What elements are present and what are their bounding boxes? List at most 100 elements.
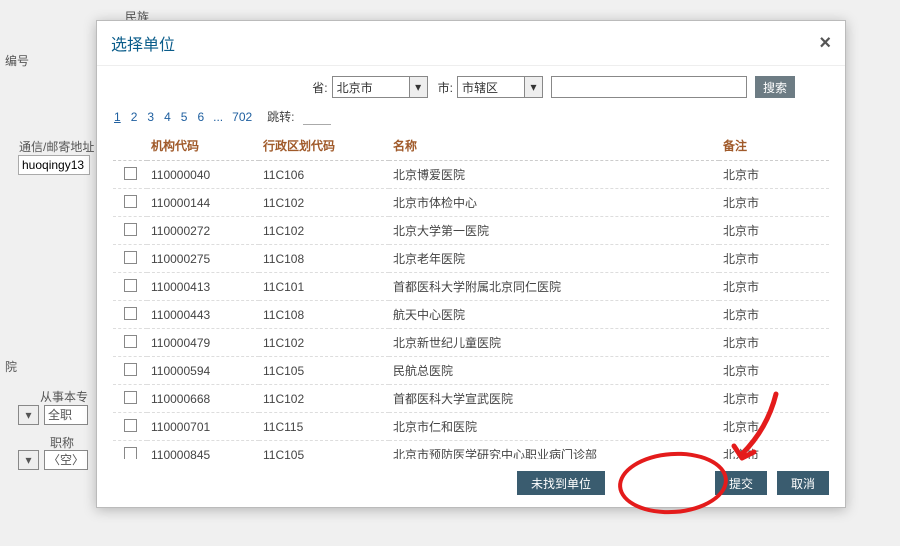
cancel-button[interactable]: 取消 — [777, 471, 829, 495]
col-admin: 行政区划代码 — [259, 131, 389, 161]
table-row[interactable]: 11000070111C115北京市仁和医院北京市 — [113, 413, 829, 441]
row-remark: 北京市 — [719, 189, 829, 217]
page-link[interactable]: 5 — [181, 110, 188, 124]
search-input[interactable] — [551, 76, 747, 98]
row-code: 110000040 — [147, 161, 259, 189]
page-link-last[interactable]: 702 — [232, 110, 252, 124]
chevron-down-icon: ▾ — [409, 77, 427, 97]
close-icon[interactable]: × — [819, 32, 831, 55]
row-name: 北京市仁和医院 — [389, 413, 719, 441]
row-code: 110000701 — [147, 413, 259, 441]
row-name: 北京大学第一医院 — [389, 217, 719, 245]
page-link[interactable]: 3 — [147, 110, 154, 124]
row-admin: 11C102 — [259, 329, 389, 357]
bg-address-input[interactable] — [18, 155, 90, 175]
row-name: 北京新世纪儿童医院 — [389, 329, 719, 357]
row-checkbox[interactable] — [113, 329, 147, 357]
col-remark: 备注 — [719, 131, 829, 161]
bg-select-2[interactable]: 〈空〉 — [44, 450, 88, 470]
table-row[interactable]: 11000041311C101首都医科大学附属北京同仁医院北京市 — [113, 273, 829, 301]
city-value: 市辖区 — [462, 79, 498, 96]
province-label: 省: — [312, 79, 327, 96]
row-remark: 北京市 — [719, 329, 829, 357]
table-row[interactable]: 11000027211C102北京大学第一医院北京市 — [113, 217, 829, 245]
row-admin: 11C106 — [259, 161, 389, 189]
select-unit-modal: 选择单位 × 省: 北京市 ▾ 市: 市辖区 ▾ 搜索 1 2 3 4 5 6 … — [96, 20, 846, 508]
bg-number-label: 编号 — [5, 52, 29, 69]
page-link[interactable]: 2 — [131, 110, 138, 124]
row-checkbox[interactable] — [113, 441, 147, 460]
row-name: 航天中心医院 — [389, 301, 719, 329]
bg-dropdown-arrow-2[interactable]: ▾ — [18, 450, 39, 470]
table-row[interactable]: 11000084511C105北京市预防医学研究中心职业病门诊部北京市 — [113, 441, 829, 460]
row-admin: 11C102 — [259, 189, 389, 217]
row-admin: 11C115 — [259, 413, 389, 441]
bg-zhi-label: 职称 — [50, 434, 74, 451]
background-form: 民族 编号 通信/邮寄地址 院 从事本专 职称 ▾ 全职 ▾ 〈空〉 — [0, 0, 900, 10]
table-row[interactable]: 11000014411C102北京市体检中心北京市 — [113, 189, 829, 217]
modal-filters: 省: 北京市 ▾ 市: 市辖区 ▾ 搜索 — [97, 66, 845, 106]
search-button[interactable]: 搜索 — [755, 76, 795, 98]
jump-input[interactable] — [303, 109, 331, 125]
row-remark: 北京市 — [719, 273, 829, 301]
modal-header: 选择单位 × — [97, 21, 845, 66]
row-checkbox[interactable] — [113, 413, 147, 441]
row-remark: 北京市 — [719, 385, 829, 413]
row-admin: 11C102 — [259, 217, 389, 245]
row-name: 民航总医院 — [389, 357, 719, 385]
row-remark: 北京市 — [719, 161, 829, 189]
table-row[interactable]: 11000047911C102北京新世纪儿童医院北京市 — [113, 329, 829, 357]
row-checkbox[interactable] — [113, 385, 147, 413]
col-name: 名称 — [389, 131, 719, 161]
col-code: 机构代码 — [147, 131, 259, 161]
units-table: 机构代码 行政区划代码 名称 备注 11000004011C106北京博爱医院北… — [113, 131, 829, 459]
row-remark: 北京市 — [719, 357, 829, 385]
row-name: 首都医科大学宣武医院 — [389, 385, 719, 413]
page-ellipsis: ... — [213, 110, 223, 124]
bg-select-1[interactable]: 全职 — [44, 405, 88, 425]
row-remark: 北京市 — [719, 413, 829, 441]
row-admin: 11C105 — [259, 441, 389, 460]
city-select[interactable]: 市辖区 ▾ — [457, 76, 543, 98]
row-code: 110000594 — [147, 357, 259, 385]
row-code: 110000272 — [147, 217, 259, 245]
row-checkbox[interactable] — [113, 161, 147, 189]
province-select[interactable]: 北京市 ▾ — [332, 76, 428, 98]
row-checkbox[interactable] — [113, 189, 147, 217]
row-remark: 北京市 — [719, 245, 829, 273]
chevron-down-icon: ▾ — [524, 77, 542, 97]
bg-yuan-label: 院 — [5, 358, 17, 375]
col-checkbox — [113, 131, 147, 161]
row-code: 110000479 — [147, 329, 259, 357]
submit-button[interactable]: 提交 — [715, 471, 767, 495]
row-code: 110000413 — [147, 273, 259, 301]
province-value: 北京市 — [337, 79, 373, 96]
page-link[interactable]: 1 — [114, 110, 121, 124]
row-admin: 11C108 — [259, 301, 389, 329]
row-name: 首都医科大学附属北京同仁医院 — [389, 273, 719, 301]
table-row[interactable]: 11000066811C102首都医科大学宣武医院北京市 — [113, 385, 829, 413]
table-row[interactable]: 11000004011C106北京博爱医院北京市 — [113, 161, 829, 189]
row-admin: 11C102 — [259, 385, 389, 413]
bg-address-label: 通信/邮寄地址 — [19, 138, 94, 155]
row-checkbox[interactable] — [113, 357, 147, 385]
page-link[interactable]: 6 — [197, 110, 204, 124]
not-found-button[interactable]: 未找到单位 — [517, 471, 605, 495]
row-checkbox[interactable] — [113, 273, 147, 301]
jump-label: 跳转: — [267, 108, 294, 125]
page-link[interactable]: 4 — [164, 110, 171, 124]
row-remark: 北京市 — [719, 301, 829, 329]
table-row[interactable]: 11000044311C108航天中心医院北京市 — [113, 301, 829, 329]
row-code: 110000144 — [147, 189, 259, 217]
row-checkbox[interactable] — [113, 217, 147, 245]
table-row[interactable]: 11000027511C108北京老年医院北京市 — [113, 245, 829, 273]
row-checkbox[interactable] — [113, 301, 147, 329]
row-name: 北京老年医院 — [389, 245, 719, 273]
bg-dropdown-arrow-1[interactable]: ▾ — [18, 405, 39, 425]
row-remark: 北京市 — [719, 441, 829, 460]
modal-footer: 未找到单位 提交 取消 — [97, 459, 845, 507]
pagination: 1 2 3 4 5 6 ... 702 跳转: — [97, 106, 845, 131]
row-checkbox[interactable] — [113, 245, 147, 273]
row-code: 110000275 — [147, 245, 259, 273]
table-row[interactable]: 11000059411C105民航总医院北京市 — [113, 357, 829, 385]
